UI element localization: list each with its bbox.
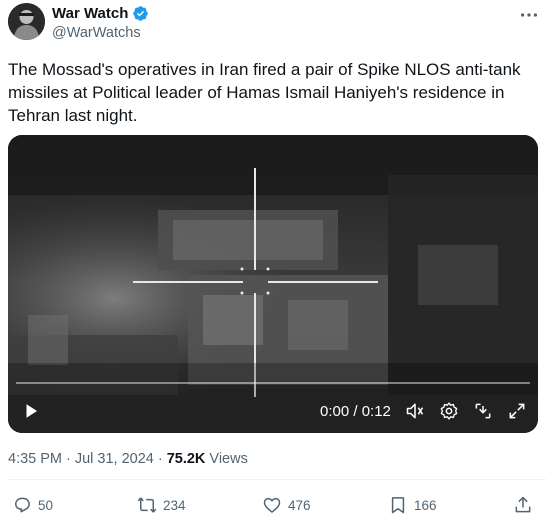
settings-icon (440, 402, 458, 420)
play-button[interactable] (20, 399, 42, 423)
views-label: Views (209, 451, 248, 467)
tweet: War Watch @WarWatchs The Mossad's operat… (0, 0, 554, 526)
volume-icon (406, 403, 424, 419)
settings-button[interactable] (438, 399, 460, 423)
fullscreen-icon (509, 403, 525, 419)
volume-button[interactable] (404, 399, 426, 423)
video-progress-bar[interactable] (16, 382, 530, 384)
repost-button[interactable]: 234 (137, 492, 186, 518)
bookmark-icon (391, 497, 405, 514)
captions-button[interactable] (472, 399, 494, 423)
video-time: 0:00 / 0:12 (320, 402, 391, 420)
like-button[interactable]: 476 (262, 492, 311, 518)
tweet-date[interactable]: Jul 31, 2024 (75, 451, 154, 467)
reply-icon (15, 497, 30, 513)
bookmark-count: 166 (414, 497, 437, 513)
bookmark-button[interactable]: 166 (388, 492, 437, 518)
video-player[interactable]: 0:00 / 0:12 (8, 135, 538, 433)
repost-icon (137, 497, 157, 513)
reply-count: 50 (38, 497, 54, 513)
repost-count: 234 (163, 497, 186, 513)
meta-separator: · (66, 451, 71, 467)
like-icon (263, 497, 281, 513)
meta-separator: · (157, 451, 163, 467)
tweet-meta: 4:35 PM · Jul 31, 2024 · 75.2K Views (8, 451, 248, 467)
share-icon (515, 496, 531, 513)
views-count: 75.2K (166, 451, 206, 467)
tweet-time[interactable]: 4:35 PM (8, 451, 62, 467)
captions-icon (475, 403, 491, 419)
video-frame (8, 135, 538, 433)
author-handle[interactable]: @WarWatchs (52, 25, 141, 41)
avatar-image (8, 3, 45, 40)
action-bar: 50 234 476 166 (0, 492, 554, 518)
divider (8, 479, 546, 480)
reply-button[interactable]: 50 (12, 492, 53, 518)
avatar[interactable] (8, 3, 45, 40)
verified-badge-icon (132, 5, 149, 22)
more-icon[interactable] (518, 4, 540, 26)
fullscreen-button[interactable] (506, 399, 528, 423)
share-button[interactable] (513, 492, 533, 518)
play-icon (26, 404, 37, 418)
tweet-text: The Mossad's operatives in Iran fired a … (8, 60, 521, 125)
like-count: 476 (288, 497, 311, 513)
author-name-row[interactable]: War Watch (52, 5, 149, 22)
author-display-name[interactable]: War Watch (52, 5, 128, 22)
